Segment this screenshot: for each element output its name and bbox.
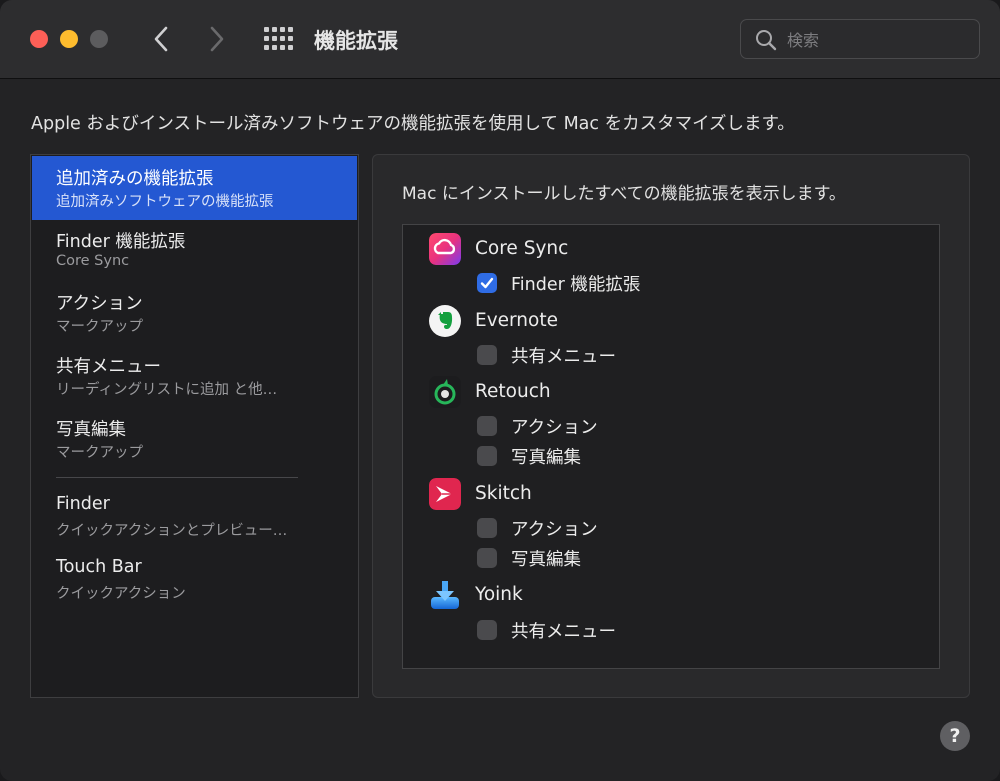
sidebar-item-title: Finder (56, 494, 110, 514)
sidebar-item-subtitle: 追加済みソフトウェアの機能拡張 (56, 194, 274, 210)
extensions-panel: Mac にインストールしたすべての機能拡張を表示します。 Core Sync F… (372, 154, 970, 698)
extension-label: Finder 機能拡張 (511, 275, 641, 295)
app-name: Evernote (475, 310, 558, 331)
sidebar-item-finder[interactable]: Finder クイックアクションとプレビュー… (32, 485, 357, 549)
chevron-left-icon (154, 26, 168, 52)
sidebar-item-title: アクション (56, 294, 143, 314)
sidebar-item-title: Finder 機能拡張 (56, 232, 186, 252)
app-name: Yoink (475, 584, 523, 605)
extension-label: 写真編集 (511, 550, 581, 570)
sidebar-item-subtitle: リーディングリストに追加 と他… (56, 382, 278, 398)
window-title: 機能拡張 (314, 29, 398, 53)
retouch-icon (429, 376, 461, 408)
extensions-sidebar: 追加済みの機能拡張 追加済みソフトウェアの機能拡張 Finder 機能拡張 Co… (30, 154, 359, 698)
search-field[interactable] (740, 19, 980, 59)
forward-button[interactable] (202, 22, 232, 56)
extension-checkbox[interactable] (477, 518, 497, 538)
extension-checkbox[interactable] (477, 416, 497, 436)
search-icon (756, 30, 777, 51)
close-window-button[interactable] (30, 30, 48, 48)
extension-checkbox[interactable] (477, 446, 497, 466)
pane-description: Apple およびインストール済みソフトウェアの機能拡張を使用して Mac をカ… (31, 114, 795, 134)
back-button[interactable] (146, 22, 176, 56)
extension-label: 共有メニュー (511, 622, 616, 642)
yoink-icon (431, 581, 459, 609)
sidebar-item-title: Touch Bar (56, 557, 142, 577)
extension-checkbox[interactable] (477, 273, 497, 293)
sidebar-item-actions[interactable]: アクション マークアップ (32, 281, 357, 345)
app-name: Core Sync (475, 238, 569, 259)
sidebar-item-title: 写真編集 (56, 420, 126, 440)
sidebar-item-subtitle: クイックアクション (56, 586, 186, 602)
sidebar-item-subtitle: クイックアクションとプレビュー… (56, 523, 288, 539)
sidebar-item-finder-extensions[interactable]: Finder 機能拡張 Core Sync (32, 219, 357, 283)
show-all-button[interactable] (262, 26, 294, 52)
creative-cloud-icon (429, 233, 461, 265)
system-preferences-window: 機能拡張 Apple およびインストール済みソフトウェアの機能拡張を使用して M… (0, 0, 1000, 781)
grid-icon (264, 27, 293, 50)
title-bar: 機能拡張 (0, 0, 1000, 79)
sidebar-item-share-menu[interactable]: 共有メニュー リーディングリストに追加 と他… (32, 344, 357, 408)
chevron-right-icon (210, 26, 224, 52)
sidebar-item-subtitle: マークアップ (56, 445, 143, 461)
checkmark-icon (480, 277, 494, 289)
extension-label: 写真編集 (511, 448, 581, 468)
search-input[interactable] (785, 26, 969, 54)
app-name: Retouch (475, 381, 551, 402)
extension-checkbox[interactable] (477, 620, 497, 640)
extension-label: アクション (511, 520, 598, 540)
sidebar-item-added-extensions[interactable]: 追加済みの機能拡張 追加済みソフトウェアの機能拡張 (32, 156, 357, 220)
sidebar-divider (56, 477, 298, 478)
extension-label: 共有メニュー (511, 347, 616, 367)
sidebar-item-title: 共有メニュー (56, 357, 161, 377)
skitch-icon (429, 478, 461, 510)
sidebar-item-title: 追加済みの機能拡張 (56, 169, 214, 189)
help-button[interactable]: ? (940, 721, 970, 751)
evernote-icon (429, 305, 461, 337)
sidebar-item-subtitle: マークアップ (56, 319, 143, 335)
sidebar-item-touch-bar[interactable]: Touch Bar クイックアクション (32, 548, 357, 612)
minimize-window-button[interactable] (60, 30, 78, 48)
extensions-list: Core Sync Finder 機能拡張 Evernote 共有メニュー Re… (402, 224, 940, 669)
extension-checkbox[interactable] (477, 548, 497, 568)
panel-description: Mac にインストールしたすべての機能拡張を表示します。 (402, 184, 846, 204)
extension-checkbox[interactable] (477, 345, 497, 365)
sidebar-item-photo-editing[interactable]: 写真編集 マークアップ (32, 407, 357, 471)
sidebar-item-subtitle: Core Sync (56, 253, 130, 269)
zoom-window-button[interactable] (90, 30, 108, 48)
app-name: Skitch (475, 483, 532, 504)
extension-label: アクション (511, 418, 598, 438)
